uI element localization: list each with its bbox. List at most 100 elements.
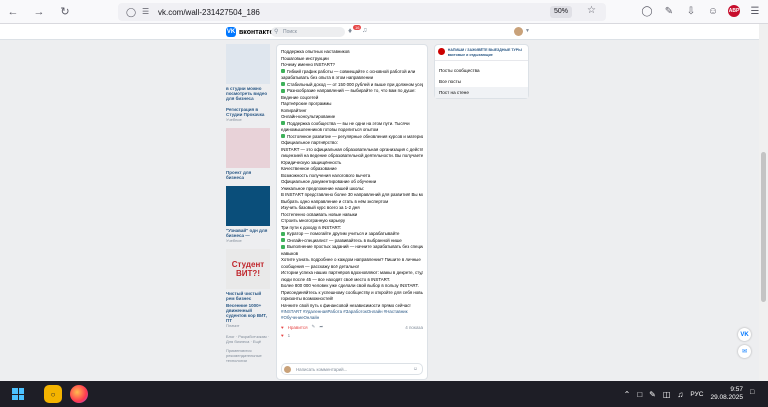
ad-image (226, 44, 270, 84)
nav-wall-post[interactable]: Пост на стене (435, 87, 528, 98)
scrollbar-thumb[interactable] (761, 152, 766, 302)
search-icon: ⚲ (274, 29, 279, 35)
notifications-icon[interactable]: □ (750, 389, 760, 399)
bell-icon[interactable]: ♦ (348, 26, 352, 35)
check-emoji-icon (281, 231, 285, 236)
chevron-down-icon[interactable]: ▼ (525, 28, 530, 34)
pen-icon[interactable]: ✎ (649, 390, 656, 399)
post-actions: ♥ Нравится ✎ ➦ 4 показа (281, 324, 423, 330)
ad-card[interactable]: Студент ВИТ?! Чистый чистый рем бизнес В… (226, 249, 270, 328)
forward-icon[interactable]: → (32, 5, 46, 19)
like-count: 1 (287, 333, 291, 338)
ad-card[interactable]: "Узнавай" одн для бизнеса — Учебное (226, 186, 270, 243)
check-emoji-icon (281, 88, 285, 93)
ad-card[interactable]: в студии можно посмотреть видео для бизн… (226, 44, 270, 101)
ad-card[interactable]: Регистрация в Студии Прокачка Учебное (226, 107, 270, 122)
post-line-text: Уникальное предложение нашей школы: (281, 185, 365, 191)
ad-title: Проект для бизнеса (226, 170, 252, 180)
footer-note: Применяются рекомендательные технологии (226, 348, 262, 363)
post-text: Поддержка опытных наставников Пошаговые и… (281, 49, 423, 309)
post-line-text: Начните свой путь к финансовой независим… (281, 302, 411, 308)
page-info-icon[interactable]: ☰ (142, 7, 152, 17)
bookmark-star-icon[interactable]: ☆ (587, 5, 596, 16)
post-line-text: навыков (281, 250, 299, 256)
footer-links[interactable]: Блог · Разработчикам · Для бизнеса · Ещё (226, 334, 270, 344)
screenshot-icon[interactable]: □ (637, 390, 642, 399)
group-avatar (438, 48, 445, 55)
left-ads-column: в студии можно посмотреть видео для бизн… (226, 44, 270, 363)
ad-image: Студент ВИТ?! (226, 249, 270, 289)
share-icon[interactable]: ➦ (319, 324, 323, 330)
avatar (284, 366, 291, 373)
account-icon[interactable]: ☺ (706, 4, 720, 18)
ad-text: Учебное (226, 117, 242, 122)
post-line-text: Поддержка сообщества — вы не одни на это… (287, 120, 410, 126)
post-line-text: Копирайтинг (281, 107, 307, 113)
check-emoji-icon (281, 121, 285, 126)
views-count: 4 показа (405, 324, 423, 330)
post-line-text: Юридическую защищённость (281, 159, 342, 165)
nav-all-posts[interactable]: Все посты (435, 76, 528, 87)
language-indicator[interactable]: РУС (690, 391, 703, 398)
post-line-text: Изучить базовый курс всего за 1-2 дня (281, 205, 360, 210)
post-line-text: Хотите узнать подробнее о каждом направл… (281, 257, 421, 262)
comment-placeholder: Написать комментарий... (296, 367, 348, 372)
post-line-text: Партнёрские программы (281, 101, 332, 106)
post-line-text: В INSTART представлено более 30 направле… (281, 192, 423, 197)
post-line-text: лицензией на ведение образовательной дея… (281, 153, 423, 158)
post-line-text: Более 800 000 человек уже сделали свой в… (281, 283, 419, 288)
post-hashtags[interactable]: #INSTART #УдаленнаяРабота #ЗаработокОнла… (281, 309, 423, 321)
vk-logo[interactable]: VK вконтакте (226, 27, 273, 37)
clock-date: 29.08.2025 (710, 394, 743, 401)
address-bar[interactable]: ◯ ☰ vk.com/wall-231427504_186 50% ☆ (118, 3, 606, 21)
ad-title: Чистый чистый рем бизнес (226, 291, 262, 301)
shield-icon[interactable]: ◯ (126, 7, 136, 17)
like-label[interactable]: Нравится (288, 325, 308, 330)
clock[interactable]: 9:57 29.08.2025 (710, 386, 743, 402)
file-explorer-icon[interactable]: ○ (44, 385, 62, 403)
group-name[interactable]: НАПИШИ / ЗАЖИВЁТЕ ВЫЕЗДНЫЕ ТУРЫ вахтовые… (448, 48, 525, 57)
extensions-icon[interactable]: ✎ (662, 4, 676, 18)
heart-icon[interactable]: ♥ (281, 325, 284, 330)
volume-icon[interactable]: ♫ (677, 390, 683, 399)
menu-icon[interactable]: ☰ (748, 4, 762, 18)
adblock-icon[interactable]: ABP (728, 5, 740, 17)
windows-start-icon[interactable] (12, 388, 24, 400)
post-line-text: Постоянное развитие — регулярные обновле… (287, 133, 423, 139)
chat-icon[interactable]: ✉ (738, 345, 751, 358)
post-line-text: Качественное образование (281, 166, 337, 171)
post-line-text: Выполнение простых заданий — начните зар… (287, 244, 423, 249)
vk-header: VK вконтакте ⚲ Поиск ♦ 16 ♫ ▼ (0, 24, 768, 40)
chevron-up-icon[interactable]: ⌃ (624, 390, 631, 399)
post-line-text: горизонты возможностей! (281, 296, 334, 301)
zoom-level[interactable]: 50% (549, 6, 572, 18)
ad-card[interactable]: Проект для бизнеса (226, 128, 270, 180)
right-column: НАПИШИ / ЗАЖИВЁТЕ ВЫЕЗДНЫЕ ТУРЫ вахтовые… (434, 44, 529, 99)
post-line-text: Гибкий график работы — совмещайте с осно… (287, 68, 416, 74)
vk-logo-icon: VK (226, 27, 236, 37)
post-line-text: единомышленников готовы поделиться опыто… (281, 127, 379, 132)
reload-icon[interactable]: ↻ (58, 5, 72, 19)
downloads-icon[interactable]: ⇩ (684, 4, 698, 18)
reactions-row: ♥ 1 (281, 333, 423, 338)
network-icon[interactable]: ◫ (663, 390, 671, 399)
vk-page: VK вконтакте ⚲ Поиск ♦ 16 ♫ ▼ в студии м… (0, 24, 768, 381)
vk-search-input[interactable]: ⚲ Поиск (271, 27, 345, 37)
comment-icon[interactable]: ✎ (312, 324, 316, 330)
vk-messenger-icon[interactable]: VK (738, 328, 751, 341)
post-line: Выполнение простых заданий — начните зар… (281, 244, 423, 251)
user-avatar[interactable] (514, 27, 523, 36)
notification-count-badge: 16 (353, 25, 362, 30)
group-header[interactable]: НАПИШИ / ЗАЖИВЁТЕ ВЫЕЗДНЫЕ ТУРЫ вахтовые… (435, 45, 528, 61)
nav-community-posts[interactable]: Посты сообщества (435, 65, 528, 76)
comment-input[interactable]: Написать комментарий... ☺ (281, 363, 423, 375)
pocket-icon[interactable]: ◯ (640, 4, 654, 18)
post-line-text: Разнообразие направлений — выбирайте то,… (287, 88, 416, 93)
post-line-text: Почему именно INSTART? (281, 62, 335, 67)
emoji-icon[interactable]: ☺ (413, 364, 418, 375)
music-icon[interactable]: ♫ (362, 27, 367, 34)
ad-text: Учебное (226, 238, 242, 243)
ad-image (226, 186, 270, 226)
firefox-icon[interactable] (70, 385, 88, 403)
back-icon[interactable]: ← (6, 5, 20, 19)
